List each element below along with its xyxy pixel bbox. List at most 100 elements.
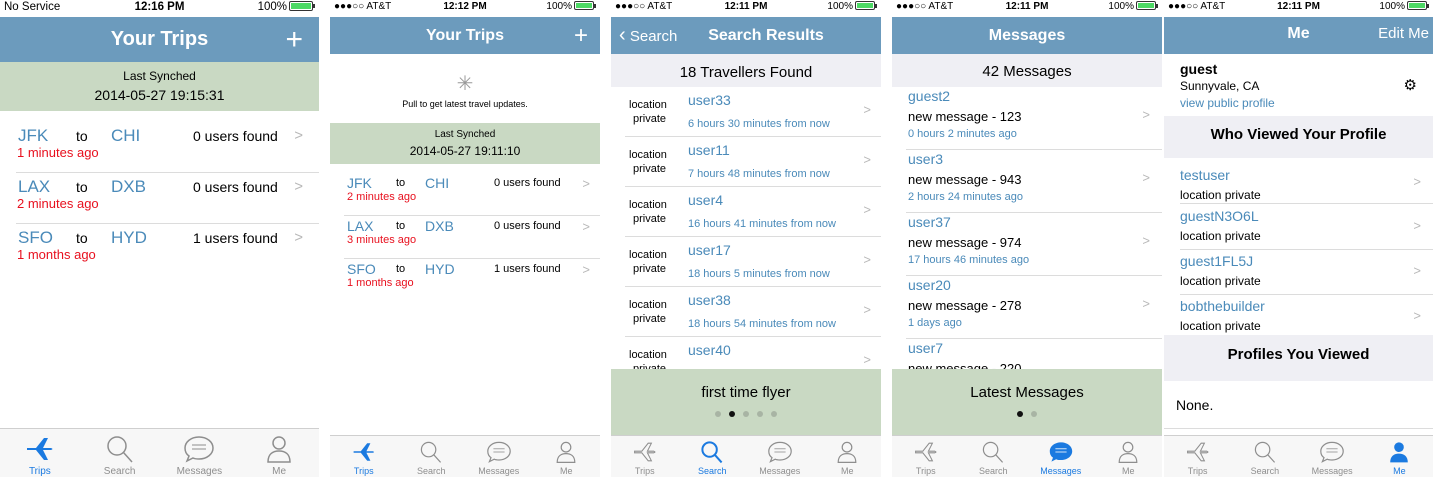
trip-row[interactable]: SFO to HYD 1 users found 1 months ago > — [344, 259, 600, 302]
tab-me[interactable]: Me — [1366, 436, 1433, 477]
chevron-right-icon: > — [1413, 174, 1421, 189]
location-label: location private — [629, 249, 667, 275]
tab-messages[interactable]: Messages — [1299, 436, 1366, 477]
tab-messages[interactable]: Messages — [746, 436, 814, 477]
tab-search[interactable]: Search — [80, 429, 160, 477]
messages-list: guest2 new message - 123 0 hours 2 minut… — [906, 87, 1162, 369]
trip-to: to — [396, 263, 406, 275]
battery-icon — [574, 1, 596, 10]
list-item[interactable]: user3 new message - 943 2 hours 24 minut… — [906, 150, 1162, 213]
battery-icon — [855, 1, 877, 10]
list-item[interactable]: guestN3O6L location private > — [1180, 204, 1433, 250]
tab-trips[interactable]: Trips — [330, 436, 398, 477]
page-dots[interactable] — [892, 411, 1162, 417]
location-label: location private — [629, 149, 667, 175]
status-bar: ●●●○○ AT&T 12:11 PM 100% — [892, 0, 1162, 17]
list-item[interactable]: testuser location private > — [1180, 158, 1433, 204]
chevron-right-icon: > — [863, 352, 871, 367]
viewer-name: guest1FL5J — [1180, 253, 1254, 269]
list-item[interactable]: user37 new message - 974 17 hours 46 min… — [906, 213, 1162, 276]
chevron-right-icon: > — [1142, 170, 1150, 185]
screen-your-trips-1: No Service 12:16 PM 100% Your Trips + La… — [0, 0, 319, 477]
trip-found: 0 users found — [494, 220, 561, 232]
page-title: Me — [1287, 25, 1310, 42]
result-time: 7 hours 48 minutes from now — [688, 168, 830, 180]
tab-search[interactable]: Search — [679, 436, 747, 477]
trip-destination: DXB — [425, 218, 454, 234]
banner-title: first time flyer — [701, 384, 791, 401]
trip-row[interactable]: LAX to DXB 0 users found 3 minutes ago > — [344, 216, 600, 259]
tab-me[interactable]: Me — [533, 436, 601, 477]
tab-bar: Trips Search Messages Me — [1164, 435, 1433, 477]
tab-me[interactable]: Me — [239, 429, 319, 477]
back-button[interactable]: ‹ Search — [619, 17, 677, 55]
tab-trips[interactable]: Trips — [1164, 436, 1231, 477]
tab-messages[interactable]: Messages — [1027, 436, 1095, 477]
trip-row[interactable]: JFK to CHI 0 users found 2 minutes ago > — [344, 173, 600, 216]
screen-me: ●●●○○ AT&T 12:11 PM 100% Me Edit Me gues… — [1164, 0, 1433, 477]
plus-icon[interactable]: + — [285, 17, 303, 62]
trip-list: JFK to CHI 0 users found 2 minutes ago >… — [330, 173, 600, 302]
message-sender: user3 — [908, 151, 944, 167]
list-item[interactable]: guest2 new message - 123 0 hours 2 minut… — [906, 87, 1162, 150]
message-text: new message - 220 — [908, 361, 1022, 369]
tab-search[interactable]: Search — [960, 436, 1028, 477]
tab-me[interactable]: Me — [1095, 436, 1163, 477]
sync-banner: Last Synched 2014-05-27 19:15:31 — [0, 62, 319, 111]
trip-row[interactable]: SFO to HYD 1 users found 1 months ago > — [16, 224, 319, 275]
battery-indicator: 100% — [1108, 1, 1158, 12]
page-title: Your Trips — [426, 27, 504, 44]
message-sender: user37 — [908, 214, 951, 230]
person-icon — [267, 436, 291, 463]
trip-found: 0 users found — [193, 128, 278, 144]
trip-row[interactable]: LAX to DXB 0 users found 2 minutes ago > — [16, 173, 319, 224]
list-item[interactable]: bobthebuilder location private > — [1180, 295, 1433, 335]
gears-icon[interactable]: ⚙ — [1404, 76, 1417, 94]
featured-banner[interactable]: first time flyer — [611, 369, 881, 436]
trip-found: 0 users found — [193, 179, 278, 195]
list-item[interactable]: user20 new message - 278 1 days ago > — [906, 276, 1162, 339]
edit-me-button[interactable]: Edit Me — [1378, 17, 1429, 51]
list-item[interactable]: location private user40 > — [625, 337, 881, 369]
page-dots[interactable] — [611, 411, 881, 417]
list-item[interactable]: location private user33 6 hours 30 minute… — [625, 87, 881, 137]
chevron-right-icon: > — [1413, 263, 1421, 278]
who-viewed-header: Who Viewed Your Profile — [1164, 116, 1433, 158]
chevron-right-icon: > — [863, 302, 871, 317]
tab-search[interactable]: Search — [398, 436, 466, 477]
location-label: location private — [629, 349, 667, 369]
sync-label: Last Synched — [434, 129, 496, 140]
person-icon — [556, 441, 576, 463]
trip-to: to — [76, 230, 88, 246]
trip-row[interactable]: JFK to CHI 0 users found 1 minutes ago > — [16, 122, 319, 173]
latest-messages-banner[interactable]: Latest Messages — [892, 369, 1162, 436]
message-sender: guest2 — [908, 88, 951, 104]
list-item[interactable]: location private user11 7 hours 48 minute… — [625, 137, 881, 187]
viewers-list: testuser location private > guestN3O6L l… — [1180, 158, 1433, 335]
airplane-icon — [1186, 442, 1209, 462]
trip-ago: 2 minutes ago — [17, 196, 99, 211]
person-icon — [1118, 441, 1138, 463]
tab-messages[interactable]: Messages — [160, 429, 240, 477]
list-item[interactable]: location private user38 18 hours 54 minut… — [625, 287, 881, 337]
list-item[interactable]: location private user17 18 hours 5 minute… — [625, 237, 881, 287]
tab-trips[interactable]: Trips — [611, 436, 679, 477]
trip-destination: CHI — [111, 126, 141, 145]
chevron-right-icon: > — [1413, 308, 1421, 323]
tab-trips[interactable]: Trips — [0, 429, 80, 477]
plus-icon[interactable]: + — [574, 17, 588, 54]
nav-bar: ‹ Search Search Results — [611, 17, 881, 54]
tab-me[interactable]: Me — [814, 436, 882, 477]
trip-found: 1 users found — [494, 263, 561, 275]
view-public-profile-link[interactable]: view public profile — [1180, 96, 1433, 110]
airplane-icon — [633, 442, 656, 462]
list-item[interactable]: guest1FL5J location private > — [1180, 250, 1433, 295]
tab-messages[interactable]: Messages — [465, 436, 533, 477]
tab-search[interactable]: Search — [1231, 436, 1298, 477]
battery-indicator: 100% — [1379, 1, 1429, 12]
list-item[interactable]: location private user4 16 hours 41 minute… — [625, 187, 881, 237]
list-item[interactable]: user7 new message - 220 — [906, 339, 1162, 369]
profile-header: guest Sunnyvale, CA view public profile … — [1164, 54, 1433, 116]
pull-text: Pull to get latest travel updates. — [402, 99, 528, 109]
tab-trips[interactable]: Trips — [892, 436, 960, 477]
